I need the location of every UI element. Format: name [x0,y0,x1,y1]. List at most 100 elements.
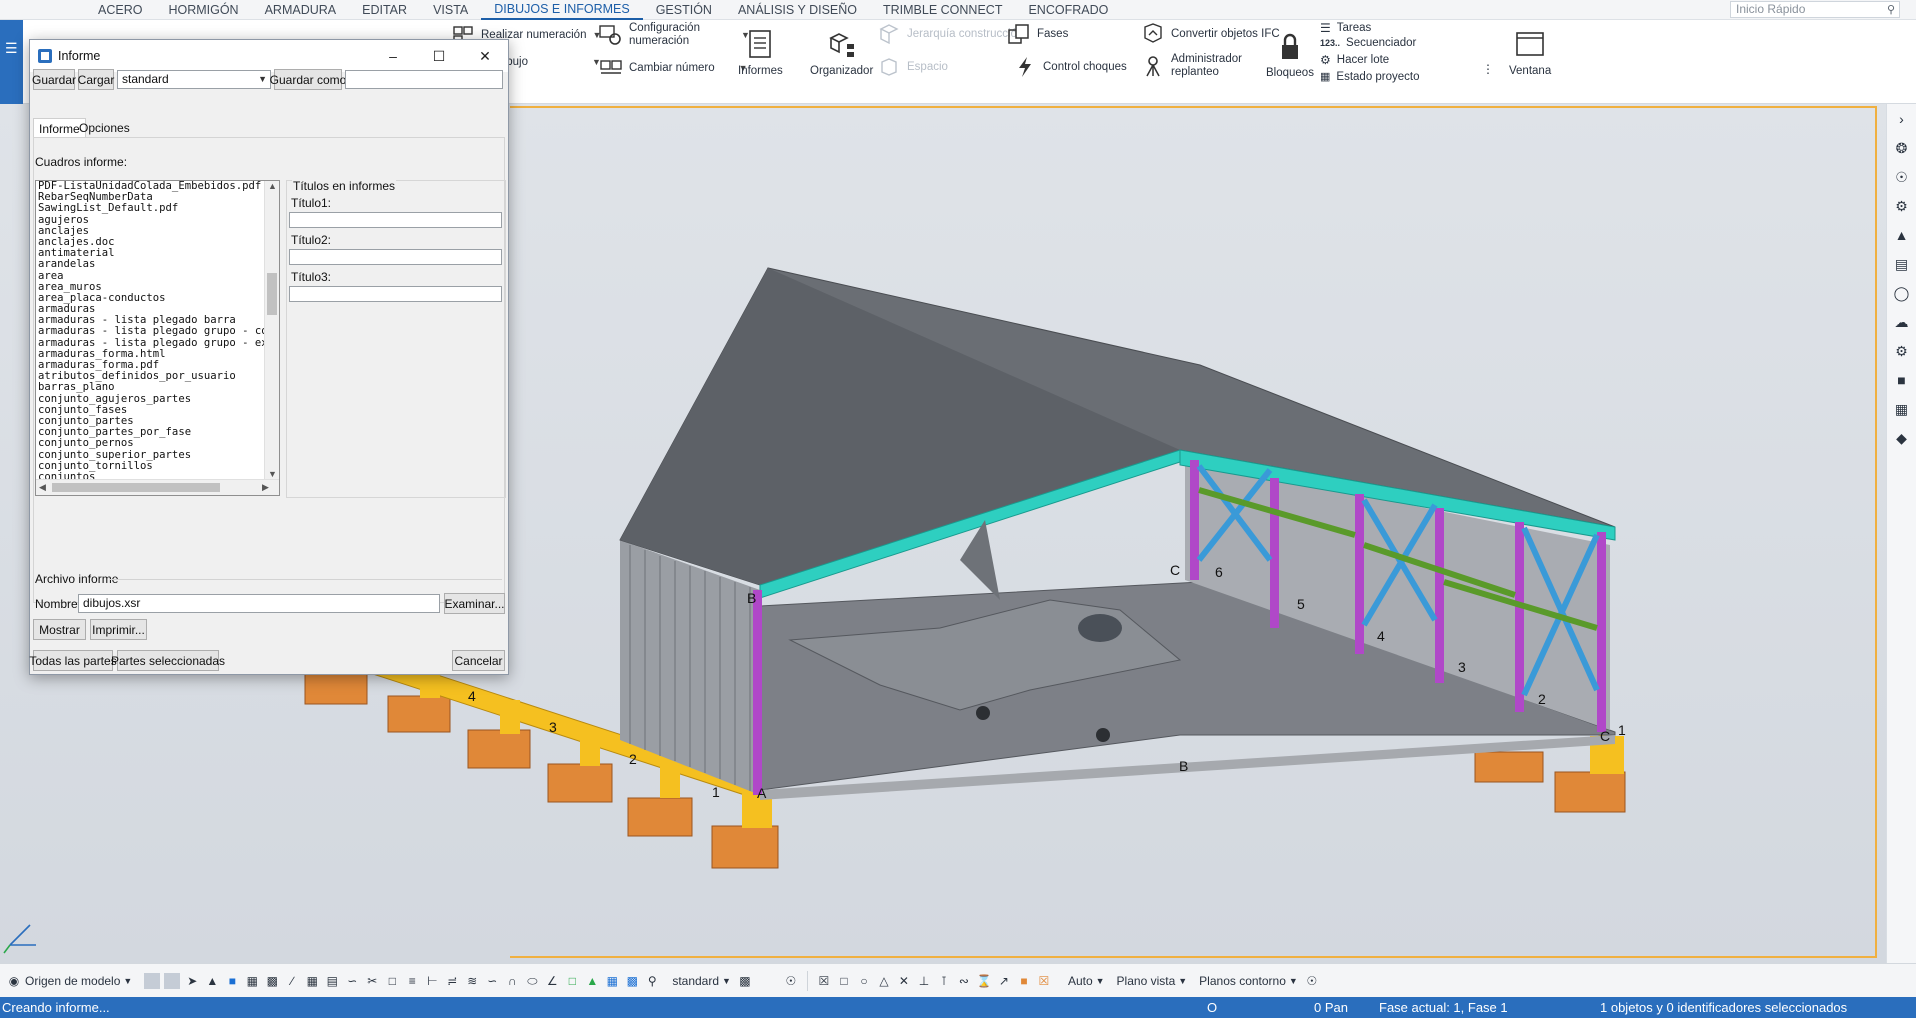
snap-green-icon[interactable]: □ [564,973,580,989]
auto-dropdown[interactable]: Auto ▼ [1062,974,1111,988]
menu-trimble-connect[interactable]: TRIMBLE CONNECT [870,0,1015,20]
tag-icon[interactable]: ◆ [1893,427,1911,449]
cargar-button[interactable]: Cargar [78,69,114,90]
snap-extension-icon[interactable]: ⊺ [936,973,952,989]
ribbon-overflow-icon[interactable]: ⋮ [1482,62,1494,76]
snap-blue-icon[interactable]: ▦ [604,973,620,989]
planos-contorno-dropdown[interactable]: Planos contorno ▼ [1193,974,1304,988]
snap-square-icon[interactable]: □ [836,973,852,989]
scrollbar-thumb[interactable] [267,273,277,315]
list-horizontal-scrollbar[interactable]: ◀ ▶ [36,479,279,495]
scroll-up-icon[interactable]: ▲ [268,181,277,191]
list-item[interactable]: conjunto_superior_partes [36,449,279,461]
fases-button[interactable]: Fases [1007,23,1068,45]
snap-toggle-icon[interactable] [144,972,161,989]
secuenciador-button[interactable]: 123.. Secuenciador [1320,37,1416,49]
quick-search-input[interactable]: Inicio Rápido ⚲ [1730,1,1900,18]
menu-dibujos-informes[interactable]: DIBUJOS E INFORMES [481,0,643,20]
list-item[interactable]: barras_plano [36,382,279,393]
menu-acero[interactable]: ACERO [85,0,155,20]
titulo3-field[interactable] [289,286,502,302]
control-choques-button[interactable]: Control choques [1013,56,1127,78]
menu-hormigon[interactable]: HORMIGÓN [155,0,251,20]
list-item[interactable]: SawingList_Default.pdf [36,203,279,214]
snap-diagonal-icon[interactable]: ↗ [996,973,1012,989]
dialog-maximize-icon[interactable]: ☐ [416,40,462,72]
eye-icon[interactable]: ☉ [783,973,799,989]
plano-vista-dropdown[interactable]: Plano vista ▼ [1111,974,1194,988]
snap-bracket-icon[interactable]: ⊢ [424,973,440,989]
dialog-close-icon[interactable]: ✕ [462,40,508,72]
snap-hourglass-icon[interactable]: ⌛ [976,973,992,989]
eye-icon[interactable]: ☉ [1893,166,1911,188]
snap-cross-box-icon[interactable]: ☒ [816,973,832,989]
configuracion-numeracion-button[interactable]: Configuración numeración ▼ [599,22,750,48]
document-icon[interactable]: ▤ [1893,253,1911,275]
cloud-icon[interactable]: ☁ [1893,311,1911,333]
scroll-down-icon[interactable]: ▼ [268,469,277,479]
snap-weld-icon[interactable]: ∽ [344,973,360,989]
menu-analisis-diseno[interactable]: ANÁLISIS Y DISEÑO [725,0,870,20]
organizador-button[interactable]: Organizador [810,28,873,77]
select-arrow-icon[interactable]: ➤ [184,973,200,989]
snap-circle-icon[interactable]: ○ [856,973,872,989]
menu-vista[interactable]: VISTA [420,0,481,20]
select-table-icon[interactable]: ▤ [324,973,340,989]
guardar-como-button[interactable]: Guardar como [270,69,346,90]
select-line-icon[interactable]: ∕ [284,973,300,989]
espacio-button[interactable]: Espacio [877,56,948,78]
convertir-ifc-button[interactable]: Convertir objetos IFC [1141,23,1280,45]
snap-free-icon[interactable]: ∾ [956,973,972,989]
origen-modelo-dropdown[interactable]: ◉ Origen de modelo ▼ [0,973,138,989]
tab-opciones[interactable]: Opciones [74,118,135,138]
properties-icon[interactable]: ⚙ [1893,195,1911,217]
snap-orange-icon[interactable]: ■ [1016,973,1032,989]
snap-triangle-outline-icon[interactable]: △ [876,973,892,989]
list-item[interactable]: arandelas [36,259,279,270]
snap-ellipse-icon[interactable]: ⬭ [524,973,540,989]
nombre-field[interactable]: dibujos.xsr [78,594,440,613]
select-object-icon[interactable]: ■ [224,973,240,989]
globe-icon[interactable]: ◯ [1893,282,1911,304]
tareas-button[interactable]: ☰ Tareas [1320,21,1371,35]
settings-select[interactable]: standard ▼ [117,70,271,89]
select-grid2-icon[interactable]: ▦ [304,973,320,989]
todas-las-partes-button[interactable]: Todas las partes [29,650,117,671]
scroll-left-icon[interactable]: ◀ [39,482,46,493]
applications-icon[interactable]: ▦ [1893,398,1911,420]
snap-perpendicular-icon[interactable]: ⊥ [916,973,932,989]
estado-proyecto-button[interactable]: ▦ Estado proyecto [1320,70,1420,84]
snap-orange-cross-icon[interactable]: ☒ [1036,973,1052,989]
snap-triangle-icon[interactable]: ▲ [584,973,600,989]
snap-box-icon[interactable]: □ [384,973,400,989]
cancelar-button[interactable]: Cancelar [452,650,505,671]
cambiar-numero-button[interactable]: Cambiar número ▼ [599,57,748,79]
standard-dropdown[interactable]: standard ▼ [666,974,737,988]
select-part-icon[interactable]: ▲ [204,973,220,989]
hacer-lote-button[interactable]: ⚙ Hacer lote [1320,53,1389,67]
partes-seleccionadas-button[interactable]: Partes seleccionadas [111,650,225,671]
snap-pattern-icon[interactable]: ≋ [464,973,480,989]
snap-arch-icon[interactable]: ∩ [504,973,520,989]
component-icon[interactable]: ■ [1893,369,1911,391]
list-item[interactable]: conjunto_pernos [36,438,279,449]
snap-grid-icon[interactable]: ▩ [624,973,640,989]
select-grid-icon[interactable]: ▦ [244,973,260,989]
scroll-right-icon[interactable]: ▶ [262,482,269,493]
bloqueos-button[interactable]: Bloqueos [1266,30,1314,79]
menu-editar[interactable]: EDITAR [349,0,420,20]
titulo2-field[interactable] [289,249,502,265]
mostrar-button[interactable]: Mostrar [33,619,86,640]
eye-icon[interactable]: ☉ [1304,973,1320,989]
palette-icon[interactable]: ❂ [1893,137,1911,159]
snap-x-icon[interactable]: ✕ [896,973,912,989]
select-assembly-icon[interactable]: ▩ [264,973,280,989]
cut-icon[interactable]: ✂ [364,973,380,989]
snap-lines-icon[interactable]: ≡ [404,973,420,989]
snap-zoom-icon[interactable]: ⚲ [644,973,660,989]
guardar-como-field[interactable] [345,70,503,89]
jerarquia-construccion-button[interactable]: Jerarquía construcción [877,23,1023,45]
scrollbar-thumb[interactable] [52,483,220,492]
filter-icon[interactable]: ▩ [737,973,753,989]
hamburger-menu-icon[interactable]: ☰ [5,40,18,57]
